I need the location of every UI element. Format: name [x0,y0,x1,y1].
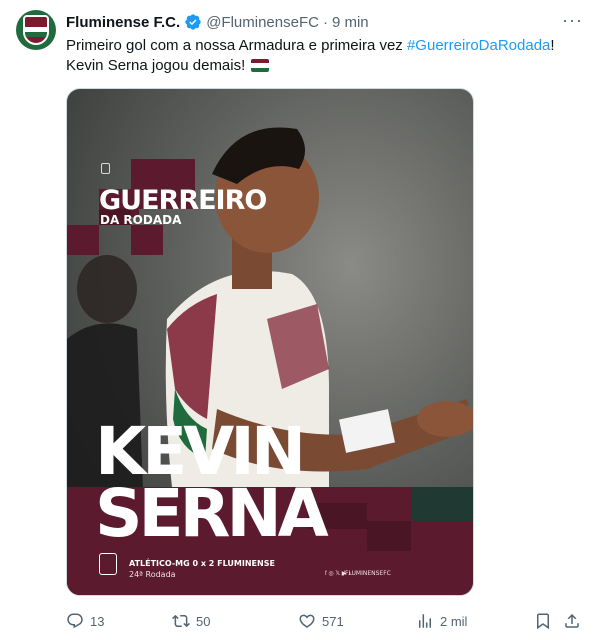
retweet-icon [172,614,190,628]
timestamp[interactable]: 9 min [332,14,369,31]
like-count: 571 [322,613,344,629]
views-button[interactable]: 2 mil [416,611,467,631]
media-subtitle: DA RODADA [100,213,182,227]
reply-button[interactable]: 13 [66,611,104,631]
separator-dot: · [322,13,328,31]
tweet-header: Fluminense F.C. @FluminenseFC · 9 min [66,12,369,32]
bookmark-button[interactable] [534,611,552,631]
tweet-text-part2: ! [550,37,555,54]
tweet-text-line2: Kevin Serna jogou demais! [66,57,246,74]
views-chart-icon [419,614,431,628]
author-handle[interactable]: @FluminenseFC [206,14,319,31]
media-title: GUERREIRO [99,185,267,216]
tweet-media-image[interactable]: GUERREIRO DA RODADA KEVIN SERNA ATLÉTICO… [66,88,474,596]
brasileirao-small-logo-icon [101,163,110,174]
views-count: 2 mil [440,613,468,629]
verified-badge-icon [185,14,201,30]
author-name[interactable]: Fluminense F.C. [66,14,180,31]
flag-emoji-icon [251,59,270,72]
tweet-actions: 13 50 571 2 mil [66,611,586,631]
share-button[interactable] [563,611,581,631]
brasileirao-logo-icon [99,553,117,575]
reply-icon [67,613,83,629]
more-options-icon[interactable]: ··· [562,10,583,31]
player-last-name: SERNA [95,475,329,552]
match-score: ATLÉTICO-MG 0 x 2 FLUMINENSE [129,559,275,568]
heart-icon [299,614,315,628]
fluminense-crest-icon [23,15,49,45]
bookmark-icon [537,613,549,630]
avatar[interactable] [16,10,56,50]
tweet-text: Primeiro gol com a nossa Armadura e prim… [66,36,576,76]
match-round: 24ª Rodada [129,570,176,579]
reply-count: 13 [90,613,105,629]
retweet-button[interactable]: 50 [172,611,210,631]
social-handle: /FLUMINENSEFC [343,570,391,577]
like-button[interactable]: 571 [298,611,344,631]
share-icon [565,613,579,628]
retweet-count: 50 [196,613,211,629]
tweet-text-part1: Primeiro gol com a nossa Armadura e prim… [66,37,407,54]
hashtag-link[interactable]: #GuerreiroDaRodada [407,37,550,54]
